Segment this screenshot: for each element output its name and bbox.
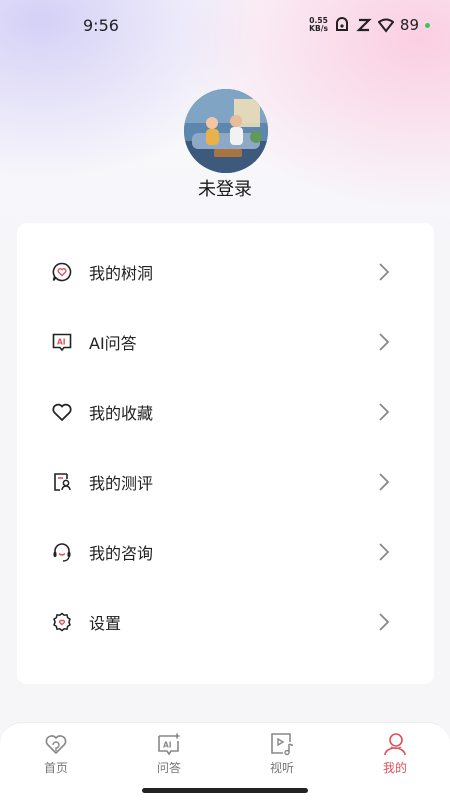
menu-item-label: 设置 bbox=[89, 614, 122, 633]
active-dot-icon bbox=[425, 22, 430, 28]
notification-icon bbox=[335, 17, 348, 31]
net-speed-unit: KB/s bbox=[309, 24, 328, 33]
profile-icon bbox=[384, 733, 406, 756]
home-icon bbox=[45, 735, 67, 755]
assessment-icon bbox=[54, 473, 71, 491]
tab-mine[interactable]: 我的 bbox=[365, 731, 425, 781]
status-time: 9:56 bbox=[83, 16, 119, 35]
menu-item-label: 我的测评 bbox=[89, 474, 154, 493]
avatar[interactable] bbox=[184, 89, 268, 173]
avatar-illustration bbox=[184, 89, 268, 173]
chevron-right-icon bbox=[379, 403, 390, 421]
chevron-right-icon bbox=[379, 543, 390, 561]
menu-item-favorites[interactable]: 我的收藏 bbox=[17, 377, 434, 447]
alarm-off-icon bbox=[356, 18, 372, 32]
menu-item-label: 我的收藏 bbox=[89, 404, 154, 423]
net-speed: 0.55 KB/s bbox=[309, 17, 328, 33]
chevron-right-icon bbox=[379, 333, 390, 351]
menu-item-settings[interactable]: 设置 bbox=[17, 587, 434, 657]
tab-qa[interactable]: AI 问答 bbox=[139, 731, 199, 781]
tab-label: 问答 bbox=[156, 761, 181, 775]
tab-media[interactable]: 视听 bbox=[252, 731, 312, 781]
menu-item-ai-qa[interactable]: AI AI问答 bbox=[17, 307, 434, 377]
menu-item-label: AI问答 bbox=[89, 334, 137, 353]
tab-label: 视听 bbox=[269, 761, 294, 775]
svg-text:AI: AI bbox=[163, 741, 172, 750]
headset-icon bbox=[53, 543, 71, 562]
home-indicator[interactable] bbox=[142, 788, 308, 793]
menu-item-label: 我的咨询 bbox=[89, 544, 154, 563]
chevron-right-icon bbox=[379, 613, 390, 631]
tab-label: 我的 bbox=[382, 761, 407, 775]
heart-icon bbox=[52, 403, 72, 422]
wifi-icon bbox=[377, 18, 394, 33]
ai-qa-icon: AI bbox=[158, 732, 181, 756]
login-status[interactable]: 未登录 bbox=[0, 175, 450, 201]
tab-home[interactable]: 首页 bbox=[26, 731, 86, 781]
tab-label: 首页 bbox=[43, 761, 68, 775]
battery-level: 89 bbox=[399, 16, 419, 34]
heart-chat-icon bbox=[52, 262, 72, 282]
settings-icon bbox=[53, 612, 71, 632]
ai-chat-icon: AI bbox=[52, 333, 72, 352]
status-bar: 9:56 0.55 KB/s 89 bbox=[0, 0, 450, 50]
menu-item-consultation[interactable]: 我的咨询 bbox=[17, 517, 434, 587]
music-video-icon bbox=[271, 733, 294, 756]
menu-item-treehole[interactable]: 我的树洞 bbox=[17, 237, 434, 307]
menu-item-assessment[interactable]: 我的测评 bbox=[17, 447, 434, 517]
menu-card: 我的树洞 AI AI问答 我的收藏 我的测评 我的咨询 设置 bbox=[17, 223, 434, 684]
chevron-right-icon bbox=[379, 473, 390, 491]
status-icons: 0.55 KB/s 89 bbox=[309, 14, 430, 36]
svg-text:AI: AI bbox=[57, 338, 66, 347]
chevron-right-icon bbox=[379, 263, 390, 281]
menu-item-label: 我的树洞 bbox=[89, 264, 154, 283]
